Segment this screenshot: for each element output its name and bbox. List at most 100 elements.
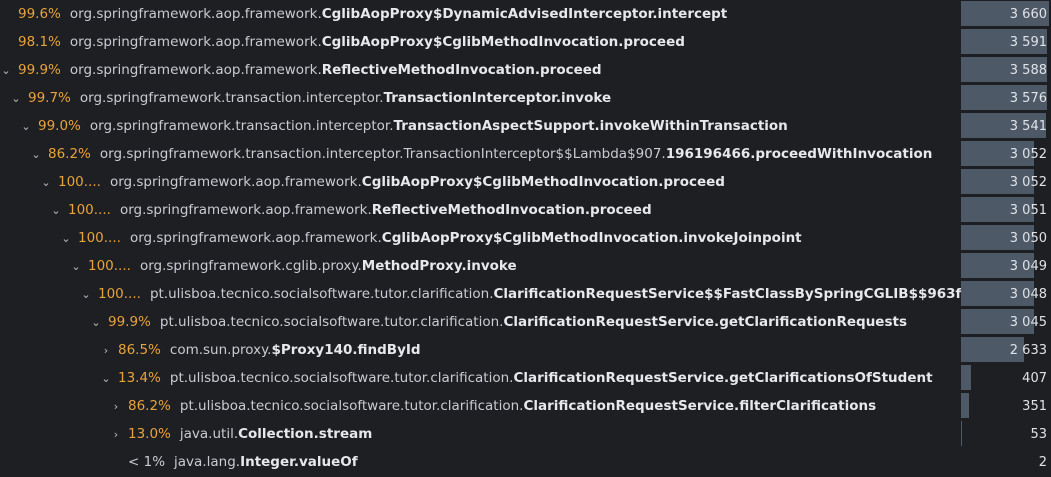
tree-row[interactable]: ⌄ 99.7% org.springframework.transaction.in… [0, 84, 1051, 112]
sample-bar [961, 421, 962, 446]
method-name: CglibAopProxy$DynamicAdvisedInterceptor.… [322, 6, 728, 22]
sample-count-cell: 3 660 [961, 1, 1049, 26]
chevron-right-icon[interactable]: › [110, 393, 122, 420]
tree-row[interactable]: ⌄100....org.springframework.aop.framewor… [0, 196, 1051, 224]
tree-row[interactable]: ⌄100....pt.ulisboa.tecnico.socialsoftwar… [0, 280, 1051, 308]
package-name: org.springframework.aop.framework. [120, 202, 372, 218]
percent-label: 86.2% [128, 398, 171, 414]
tree-row[interactable]: ⌄99.0%org.springframework.transaction.in… [0, 112, 1051, 140]
sample-count: 407 [1022, 365, 1047, 393]
package-name: java.lang. [174, 454, 240, 470]
method-name: TransactionAspectSupport.invokeWithinTra… [394, 118, 788, 134]
sample-count: 3 045 [1010, 309, 1047, 337]
chevron-down-icon[interactable]: ⌄ [80, 281, 92, 308]
tree-row[interactable]: ⌄ 86.2% org.springframework.transaction.in… [0, 140, 1051, 168]
sample-count-cell: 3 048 [961, 281, 1049, 306]
method-name: CglibAopProxy$CglibMethodInvocation.proc… [322, 34, 685, 50]
percent-label: 13.4% [118, 370, 161, 386]
method-name: ReflectiveMethodInvocation.proceed [372, 202, 652, 218]
tree-row[interactable]: ⌄ 99.9% pt.ulisboa.tecnico.socialsoftware.… [0, 308, 1051, 336]
package-name: org.springframework.aop.framework. [130, 230, 382, 246]
percent-label: 13.0% [128, 426, 171, 442]
percent-label: 99.9% [18, 62, 61, 78]
method-name: $Proxy140.findById [271, 342, 420, 358]
chevron-right-icon[interactable]: › [110, 421, 122, 448]
tree-row-label: ⌄100....org.springframework.cglib.proxy.… [0, 252, 1030, 280]
sample-count-cell: 3 588 [961, 57, 1049, 82]
sample-count: 3 049 [1010, 253, 1047, 281]
package-name: pt.ulisboa.tecnico.socialsoftware.tutor.… [180, 398, 524, 414]
tree-row-label: ⌄ 86.2% org.springframework.transaction.in… [0, 140, 990, 168]
method-name: ClarificationRequestService$$FastClassBy… [494, 286, 970, 302]
tree-row[interactable]: ⌄100....org.springframework.cglib.proxy.… [0, 252, 1051, 280]
chevron-down-icon[interactable]: ⌄ [60, 225, 72, 252]
chevron-down-icon[interactable]: ⌄ [10, 85, 22, 112]
sample-count-cell: 3 049 [961, 253, 1049, 278]
sample-count-cell: 53 [961, 421, 1049, 446]
sample-count: 3 576 [1010, 85, 1047, 113]
tree-row-label: ⌄ 99.7% org.springframework.transaction.in… [0, 84, 970, 112]
tree-row-label: ⌄100....pt.ulisboa.tecnico.socialsoftwar… [0, 280, 1040, 308]
tree-row[interactable]: › 86.2% pt.ulisboa.tecnico.socialsoftware.… [0, 392, 1051, 420]
sample-count-cell: 2 [961, 449, 1049, 474]
chevron-down-icon[interactable]: ⌄ [30, 141, 42, 168]
tree-row-label: ⌄100....org.springframework.aop.framewor… [0, 168, 1000, 196]
tree-row-label: ›86.5%com.sun.proxy.$Proxy140.findById [0, 336, 1051, 364]
tree-row[interactable]: 99.6%org.springframework.aop.framework.C… [0, 0, 1051, 28]
tree-row-label: ⌄100....org.springframework.aop.framewor… [0, 196, 1010, 224]
sample-count: 3 052 [1010, 169, 1047, 197]
percent-label: 98.1% [18, 34, 61, 50]
package-name: org.springframework.transaction.intercep… [80, 90, 384, 106]
package-name: org.springframework.aop.framework. [110, 174, 362, 190]
percent-label: 99.9% [108, 314, 151, 330]
chevron-down-icon[interactable]: ⌄ [70, 253, 82, 280]
call-tree: 99.6%org.springframework.aop.framework.C… [0, 0, 1051, 471]
percent-label: 86.2% [48, 146, 91, 162]
sample-count-cell: 407 [961, 365, 1049, 390]
percent-label: 100.... [88, 258, 131, 274]
sample-count: 351 [1022, 393, 1047, 421]
tree-row-label: ⌄ 99.9% pt.ulisboa.tecnico.socialsoftware.… [0, 308, 1050, 336]
sample-count-cell: 2 633 [961, 337, 1049, 362]
sample-bar [961, 393, 969, 418]
sample-count: 3 541 [1010, 113, 1047, 141]
tree-row[interactable]: ⌄ 100.... org.springframework.aop.framewor… [0, 224, 1051, 252]
package-name: pt.ulisboa.tecnico.socialsoftware.tutor.… [160, 314, 504, 330]
tree-row[interactable]: ›13.0%java.util.Collection.stream53 [0, 420, 1051, 448]
tree-row[interactable]: ⌄13.4%pt.ulisboa.tecnico.socialsoftware.… [0, 364, 1051, 392]
percent-label: < 1% [128, 454, 165, 470]
sample-count: 3 588 [1010, 57, 1047, 85]
method-name: Integer.valueOf [240, 454, 358, 470]
package-name: java.util. [180, 426, 238, 442]
method-name: ReflectiveMethodInvocation.proceed [322, 62, 602, 78]
package-name: org.springframework.aop.framework. [70, 6, 322, 22]
chevron-down-icon[interactable]: ⌄ [90, 309, 102, 336]
tree-row[interactable]: < 1% java.lang.Integer.valueOf 2 [0, 448, 1051, 476]
sample-count: 3 052 [1010, 141, 1047, 169]
tree-row-label: ›13.0%java.util.Collection.stream [0, 420, 1051, 448]
package-name: org.springframework.aop.framework. [70, 62, 322, 78]
sample-count-cell: 3 541 [961, 113, 1049, 138]
sample-count-cell: 3 051 [961, 197, 1049, 222]
percent-label: 100.... [98, 286, 141, 302]
tree-row[interactable]: ⌄ 99.9% org.springframework.aop.framework.… [0, 56, 1051, 84]
chevron-down-icon[interactable]: ⌄ [20, 113, 32, 140]
tree-row[interactable]: ›86.5%com.sun.proxy.$Proxy140.findById2 … [0, 336, 1051, 364]
tree-row[interactable]: ⌄100....org.springframework.aop.framewor… [0, 168, 1051, 196]
chevron-right-icon[interactable]: › [100, 337, 112, 364]
chevron-down-icon[interactable]: ⌄ [100, 365, 112, 392]
sample-count: 3 050 [1010, 225, 1047, 253]
sample-count: 2 [1039, 449, 1047, 477]
package-name: org.springframework.transaction.intercep… [100, 146, 666, 162]
tree-row[interactable]: 98.1%org.springframework.aop.framework.C… [0, 28, 1051, 56]
chevron-down-icon[interactable]: ⌄ [50, 197, 62, 224]
chevron-down-icon[interactable]: ⌄ [0, 57, 12, 84]
method-name: ClarificationRequestService.getClarifica… [513, 370, 932, 386]
percent-label: 100.... [78, 230, 121, 246]
method-name: ClarificationRequestService.getClarifica… [503, 314, 907, 330]
percent-label: 99.7% [28, 90, 71, 106]
tree-row-label: ⌄99.0%org.springframework.transaction.in… [0, 112, 980, 140]
chevron-down-icon[interactable]: ⌄ [40, 169, 52, 196]
sample-count-cell: 3 052 [961, 169, 1049, 194]
percent-label: 86.5% [118, 342, 161, 358]
